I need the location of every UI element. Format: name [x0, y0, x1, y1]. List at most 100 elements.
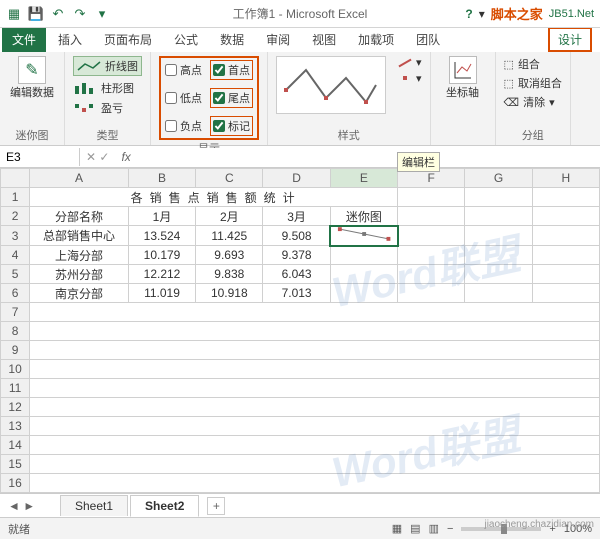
- formula-bar-row: ✕ ✓ fx: [0, 146, 600, 168]
- add-sheet-button[interactable]: +: [207, 497, 225, 515]
- cell[interactable]: 迷你图: [330, 207, 397, 226]
- row-header[interactable]: 12: [1, 398, 30, 417]
- row-header[interactable]: 15: [1, 455, 30, 474]
- chk-high-point[interactable]: 高点: [165, 60, 202, 80]
- row-header[interactable]: 7: [1, 303, 30, 322]
- col-header[interactable]: A: [30, 169, 129, 188]
- chk-last-point[interactable]: 尾点: [213, 90, 250, 106]
- cell[interactable]: 6.043: [263, 265, 330, 284]
- cell[interactable]: 9.693: [196, 246, 263, 265]
- cell[interactable]: 10.179: [128, 246, 195, 265]
- col-header[interactable]: G: [465, 169, 532, 188]
- chk-markers[interactable]: 标记: [213, 118, 250, 134]
- title-cell[interactable]: 各 销 售 点 销 售 额 统 计: [30, 188, 398, 207]
- group-button[interactable]: ⬚组合: [504, 56, 540, 72]
- ribbon-tabs: 文件 插入 页面布局 公式 数据 审阅 视图 加载项 团队 设计: [0, 28, 600, 52]
- sheet-tab[interactable]: Sheet1: [60, 495, 128, 516]
- tab-review[interactable]: 审阅: [256, 27, 300, 52]
- col-header[interactable]: E: [330, 169, 397, 188]
- cell[interactable]: 11.019: [128, 284, 195, 303]
- view-pagebreak-icon[interactable]: ▥: [429, 522, 439, 535]
- cell[interactable]: 7.013: [263, 284, 330, 303]
- row-header[interactable]: 8: [1, 322, 30, 341]
- cell[interactable]: 1月: [128, 207, 195, 226]
- row-header[interactable]: 11: [1, 379, 30, 398]
- tab-page-layout[interactable]: 页面布局: [94, 27, 162, 52]
- zoom-out-button[interactable]: −: [447, 523, 453, 535]
- ribbon: ✎ 编辑数据 迷你图 折线图 柱形图 盈亏 类型: [0, 52, 600, 146]
- type-column-button[interactable]: 柱形图: [73, 80, 142, 96]
- row-header[interactable]: 13: [1, 417, 30, 436]
- cell[interactable]: 3月: [263, 207, 330, 226]
- row-header[interactable]: 10: [1, 360, 30, 379]
- col-header[interactable]: H: [532, 169, 599, 188]
- cell[interactable]: 苏州分部: [30, 265, 129, 284]
- row-header[interactable]: 14: [1, 436, 30, 455]
- row-header[interactable]: 2: [1, 207, 30, 226]
- type-line-button[interactable]: 折线图: [73, 56, 142, 76]
- cell[interactable]: 9.378: [263, 246, 330, 265]
- tab-design[interactable]: 设计: [548, 27, 592, 52]
- chk-low-point[interactable]: 低点: [165, 88, 202, 108]
- cell[interactable]: 12.212: [128, 265, 195, 284]
- undo-icon[interactable]: ↶: [50, 6, 66, 22]
- row-header[interactable]: 9: [1, 341, 30, 360]
- cell[interactable]: 9.508: [263, 226, 330, 246]
- chk-first-point[interactable]: 首点: [213, 62, 250, 78]
- row-header[interactable]: 1: [1, 188, 30, 207]
- status-ready: 就绪: [8, 521, 30, 537]
- edit-data-button[interactable]: ✎ 编辑数据: [8, 56, 56, 100]
- select-all-corner[interactable]: [1, 169, 30, 188]
- tab-insert[interactable]: 插入: [48, 27, 92, 52]
- qat-dropdown-icon[interactable]: ▾: [94, 6, 110, 22]
- row-header[interactable]: 6: [1, 284, 30, 303]
- group-sparkline: ✎ 编辑数据 迷你图: [0, 52, 65, 145]
- clear-button[interactable]: ⌫清除 ▾: [504, 94, 555, 110]
- sheet-tab-active[interactable]: Sheet2: [130, 495, 199, 517]
- formula-bar[interactable]: [137, 148, 600, 166]
- axis-button[interactable]: 坐标轴: [439, 56, 487, 100]
- col-header[interactable]: B: [128, 169, 195, 188]
- sheet-nav-arrows[interactable]: ◄ ►: [8, 499, 35, 513]
- ribbon-options-icon[interactable]: ▾: [479, 7, 485, 21]
- save-icon[interactable]: 💾: [28, 6, 44, 22]
- help-icon[interactable]: ?: [465, 7, 472, 21]
- view-normal-icon[interactable]: ▦: [392, 522, 402, 535]
- cell[interactable]: 9.838: [196, 265, 263, 284]
- cell[interactable]: 分部名称: [30, 207, 129, 226]
- row-header[interactable]: 3: [1, 226, 30, 246]
- ungroup-button[interactable]: ⬚取消组合: [504, 75, 562, 91]
- row-header[interactable]: 5: [1, 265, 30, 284]
- formula-bar-tooltip: 编辑栏: [397, 152, 440, 172]
- tab-view[interactable]: 视图: [302, 27, 346, 52]
- window-title: 工作簿1 - Microsoft Excel: [233, 5, 368, 22]
- tab-team[interactable]: 团队: [406, 27, 450, 52]
- name-box[interactable]: [0, 148, 80, 166]
- cell[interactable]: 2月: [196, 207, 263, 226]
- tab-file[interactable]: 文件: [2, 27, 46, 52]
- tab-formulas[interactable]: 公式: [164, 27, 208, 52]
- row-header[interactable]: 16: [1, 474, 30, 493]
- cell[interactable]: 13.524: [128, 226, 195, 246]
- col-header[interactable]: D: [263, 169, 330, 188]
- view-pagelayout-icon[interactable]: ▤: [410, 522, 420, 535]
- cell[interactable]: 10.918: [196, 284, 263, 303]
- style-gallery[interactable]: [276, 56, 386, 114]
- cell[interactable]: 南京分部: [30, 284, 129, 303]
- fx-icon[interactable]: fx: [115, 150, 136, 164]
- row-header[interactable]: 4: [1, 246, 30, 265]
- col-header[interactable]: C: [196, 169, 263, 188]
- sparkline-color-button[interactable]: ▾: [398, 56, 422, 69]
- worksheet-grid[interactable]: A B C D E F G H 1 各 销 售 点 销 售 额 统 计 2 分部…: [0, 168, 600, 493]
- chk-neg-point[interactable]: 负点: [165, 116, 202, 136]
- sparkline-cell[interactable]: [330, 226, 397, 246]
- marker-color-button[interactable]: ▾: [398, 71, 422, 85]
- tab-addins[interactable]: 加载项: [348, 27, 404, 52]
- tab-data[interactable]: 数据: [210, 27, 254, 52]
- type-winloss-button[interactable]: 盈亏: [73, 100, 142, 116]
- cell[interactable]: 上海分部: [30, 246, 129, 265]
- cell[interactable]: 11.425: [196, 226, 263, 246]
- redo-icon[interactable]: ↷: [72, 6, 88, 22]
- fx-buttons[interactable]: ✕ ✓: [80, 150, 115, 164]
- cell[interactable]: 总部销售中心: [30, 226, 129, 246]
